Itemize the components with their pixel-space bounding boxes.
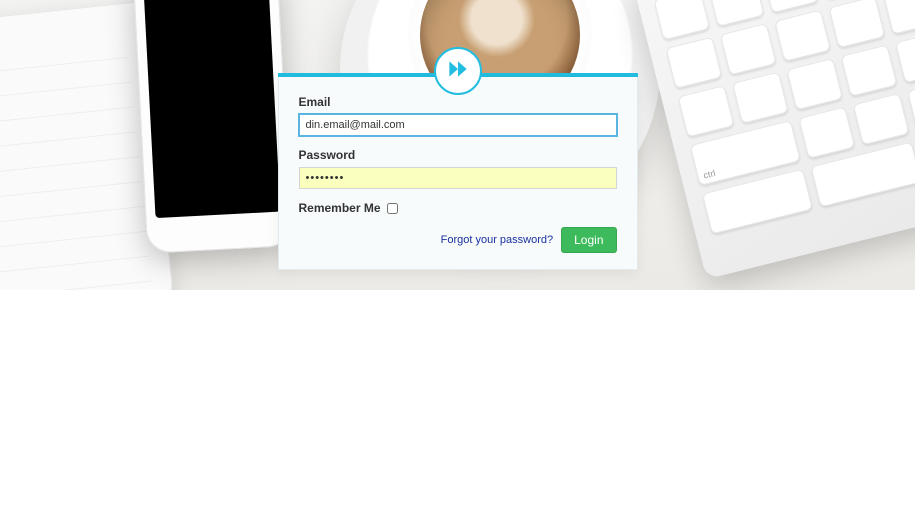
- forgot-password-link[interactable]: Forgot your password?: [441, 234, 554, 246]
- remember-checkbox[interactable]: [387, 203, 398, 214]
- remember-label: Remember Me: [299, 201, 381, 215]
- fast-forward-icon: [445, 56, 471, 87]
- password-field[interactable]: [299, 167, 617, 189]
- logo-badge: [434, 47, 482, 95]
- email-group: Email: [299, 95, 617, 136]
- email-field[interactable]: [299, 114, 617, 136]
- action-row: Forgot your password? Login: [299, 227, 617, 253]
- login-card: Email Password Remember Me Forgot your p…: [278, 73, 638, 270]
- decorative-phone-screen: [144, 0, 281, 218]
- email-label: Email: [299, 95, 617, 109]
- decorative-phone: [133, 0, 292, 254]
- password-group: Password: [299, 148, 617, 189]
- decorative-keyboard: ctrlcmd: [634, 0, 915, 279]
- remember-group: Remember Me: [299, 201, 617, 215]
- login-button[interactable]: Login: [561, 227, 616, 253]
- password-label: Password: [299, 148, 617, 162]
- login-form: Email Password Remember Me Forgot your p…: [278, 77, 638, 270]
